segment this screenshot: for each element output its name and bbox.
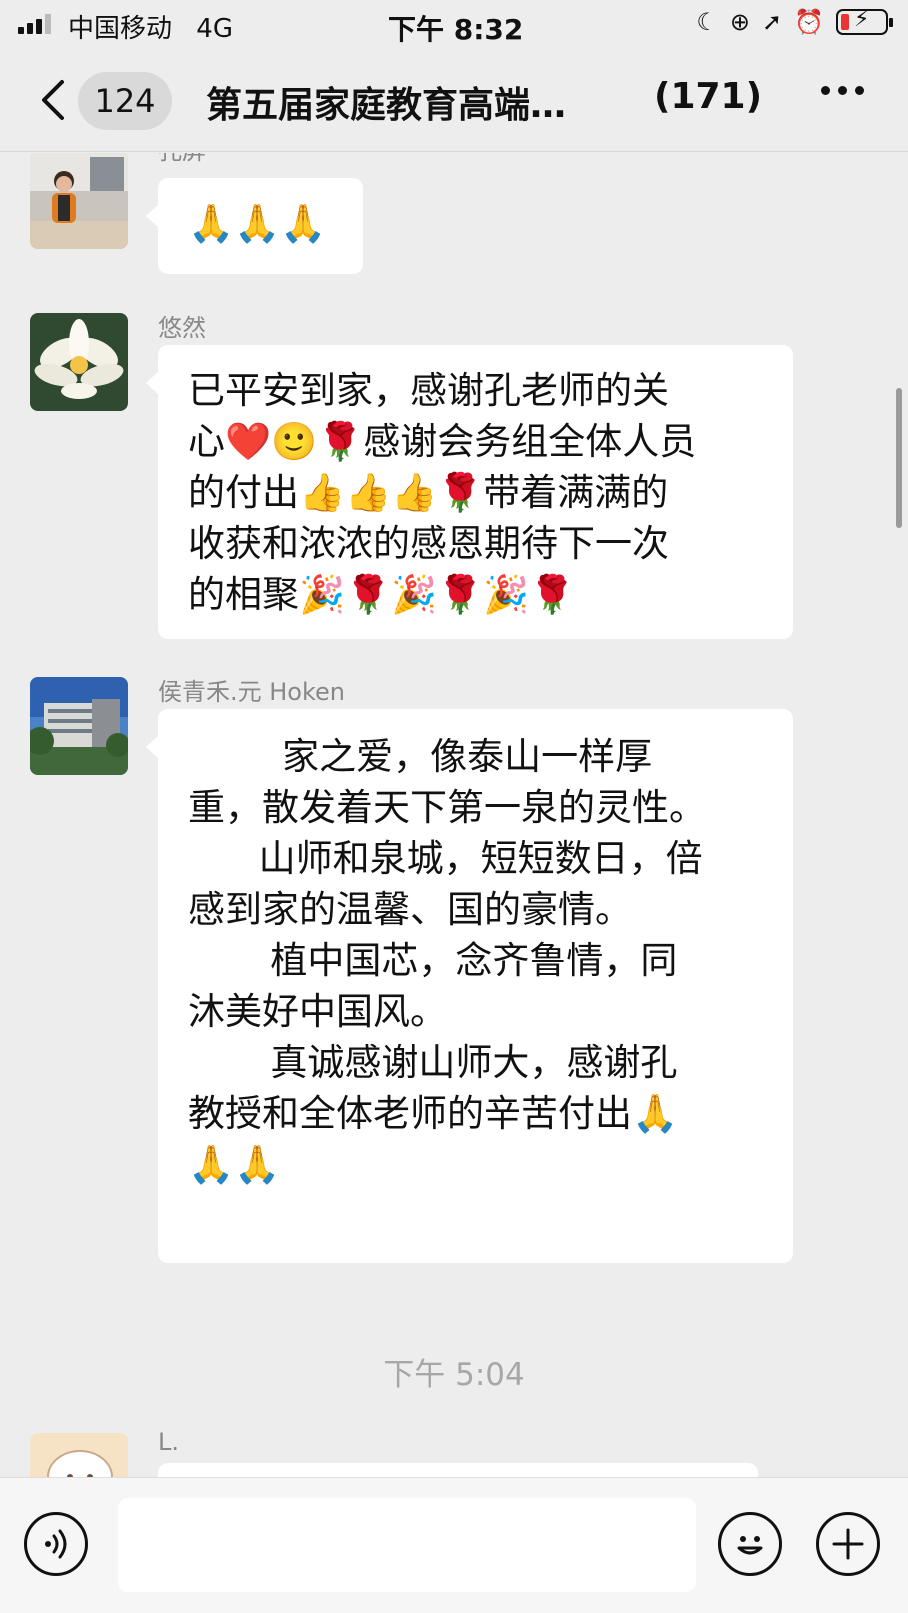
timestamp: 下午 5:04 [383,1357,525,1393]
sender-name: 悠然 [158,314,206,342]
voice-icon [45,1529,67,1559]
scrollbar[interactable] [896,388,902,528]
emoji-button[interactable] [718,1512,782,1576]
message-text: 家之爱，像泰山一样厚 重，散发着天下第一泉的灵性。 山师和泉城，短短数日，倍 感… [188,735,706,1186]
more-options-button[interactable] [821,86,864,95]
input-bar [0,1477,908,1613]
alarm-icon: ⏰ [794,8,824,36]
carrier-name: 中国移动 [68,14,173,44]
more-icon [821,86,830,95]
clock: 下午 8:32 [388,13,524,46]
sender-name: 孔屏 [158,153,206,166]
chat-header: 124 第五届家庭教育高端… (171) [0,50,908,152]
chat-title: 第五届家庭教育高端… [206,85,567,126]
add-button[interactable] [816,1512,880,1576]
sender-name: 侯青禾.元 Hoken [158,678,346,706]
message-list[interactable]: 孔屏 🙏🙏🙏 悠然 已平安到家，感谢孔老师的关 心❤️🙂🌹感谢会务组全体人员 的… [0,153,908,1477]
voice-button[interactable] [24,1512,88,1576]
moon-icon: ☾ [696,8,718,36]
signal-icon [18,14,51,34]
status-icons: ☾ ⊕ ➚ ⏰ ⚡ [696,7,893,36]
sender-name: L. [158,1428,179,1456]
message-bubble[interactable]: 已平安到家，感谢孔老师的关 心❤️🙂🌹感谢会务组全体人员 的付出👍👍👍🌹带着满满… [146,345,793,639]
avatar[interactable] [30,677,128,775]
avatar[interactable] [30,1433,128,1477]
message-bubble[interactable]: 家之爱，像泰山一样厚 重，散发着天下第一泉的灵性。 山师和泉城，短短数日，倍 感… [146,709,793,1263]
status-bar: 中国移动 4G 下午 8:32 ☾ ⊕ ➚ ⏰ ⚡ [0,0,908,50]
avatar[interactable] [30,313,128,411]
battery-icon: ⚡ [836,7,893,35]
rotation-lock-icon: ⊕ [729,8,750,36]
member-count: (171) [654,76,763,117]
smiley-icon [737,1536,763,1555]
unread-badge[interactable]: 124 [78,72,172,130]
message-bubble[interactable]: 🙏🙏🙏 [146,178,363,274]
back-button[interactable] [34,76,74,124]
carrier-label: 中国移动 4G [68,8,233,45]
message-text: 已平安到家，感谢孔老师的关 心❤️🙂🌹感谢会务组全体人员 的付出👍👍👍🌹带着满满… [188,369,697,616]
network-type: 4G [196,14,233,44]
location-icon: ➚ [762,8,783,36]
plus-icon [832,1528,864,1560]
chevron-left-icon [42,80,64,120]
avatar[interactable] [30,153,128,249]
message-text: 🙏🙏🙏 [188,202,327,245]
message-input[interactable] [118,1498,696,1592]
message-bubble[interactable] [158,1463,758,1477]
